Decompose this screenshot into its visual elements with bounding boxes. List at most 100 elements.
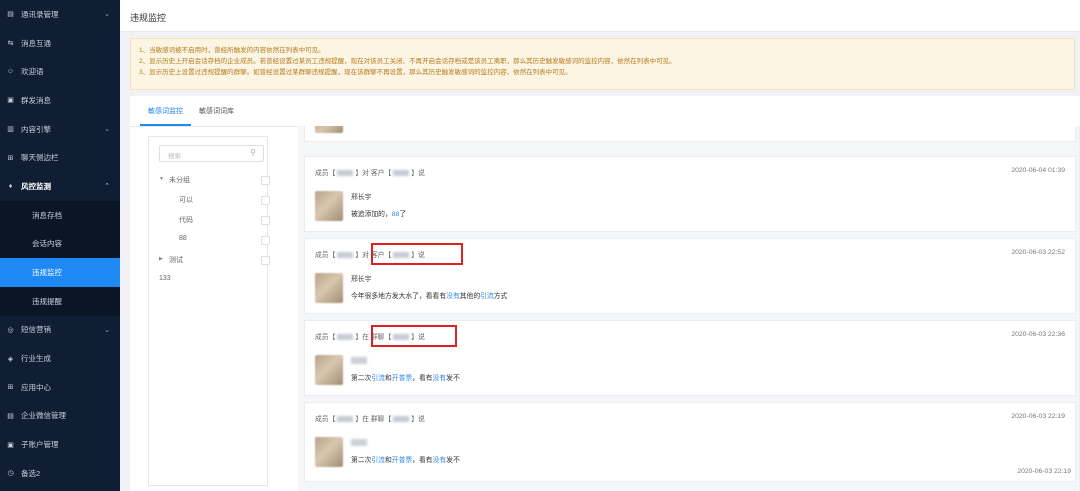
message-fragment: 被追添加的， xyxy=(351,211,392,218)
tree-node[interactable]: 133 xyxy=(149,271,267,289)
tree-node[interactable]: 代码 xyxy=(149,211,270,229)
header-text: 】在 群聊【 xyxy=(355,416,392,423)
message-card: 成员【 】对 客户【 】说 2020-06-04 01:39 邢长宇 被追添加的，88了 xyxy=(304,156,1076,232)
caret-right-icon[interactable]: ▶ xyxy=(159,256,163,262)
message-text: 今年很多地方发大水了，看看有没有其他的引流方式 xyxy=(351,290,507,300)
content-panel: 敏感词监控 敏感词词库 搜索 ⚲ ▼ 未分组 可以 代码 88 ▶ 测试 133 成员【 】对 … xyxy=(130,96,1080,491)
tree-node-checkbox[interactable] xyxy=(261,196,270,205)
tree-node-checkbox[interactable] xyxy=(261,236,270,245)
sidebar-item[interactable]: ◷ 备选2 xyxy=(0,459,120,488)
broadcast-icon: ▣ xyxy=(7,97,14,105)
sidebar-item-label: 子账户管理 xyxy=(21,440,59,450)
sidebar-item[interactable]: ⇆ 消息互通 xyxy=(0,29,120,58)
sidebar-item[interactable]: ♦ 风控监测 ⌃ xyxy=(0,172,120,201)
sidebar-subitem[interactable]: 会话内容 xyxy=(0,229,120,259)
industry-icon: ◈ xyxy=(7,355,14,363)
message-card-partial xyxy=(304,126,1076,142)
sidebar-item[interactable]: ◎ 短信营销 ⌄ xyxy=(0,316,120,345)
message-fragment: ，看有 xyxy=(412,375,433,382)
tree-node-checkbox[interactable] xyxy=(261,256,270,265)
redacted-name xyxy=(393,170,410,177)
search-placeholder: 搜索 xyxy=(168,153,181,160)
tree-node-checkbox[interactable] xyxy=(261,216,270,225)
sidebar: ▤ 通讯录管理 ⌄ ⇆ 消息互通 ☺ 欢迎语 ▣ 群发消息 ▥ 内容引擎 ⌄ ⊞ 聊天侧边栏 ♦ 风控监测 ⌃ 消… xyxy=(0,0,120,491)
message-card: 成员【 】对 客户【 】说 2020-06-03 22:52 邢长宇 今年很多地方发大水了… xyxy=(304,238,1076,314)
header-text: 成员【 xyxy=(315,334,336,341)
message-fragment: 方式 xyxy=(493,293,508,300)
message-time: 2020-06-03 22:36 xyxy=(1011,331,1065,338)
redacted-name xyxy=(337,170,354,177)
chevron-down-icon[interactable]: ⌄ xyxy=(104,125,110,133)
message-fragment: 第二次 xyxy=(351,375,372,382)
message-fragment: 和 xyxy=(384,375,392,382)
avatar xyxy=(315,437,343,467)
notice-line-2: 2、显示历史上开启会话存档的企业成员。若曾经设置过某员工违规提醒，现在对该员工关… xyxy=(139,58,676,65)
sidebar-item-label: 备选2 xyxy=(21,468,41,478)
page-header: 违规监控 xyxy=(120,0,1080,32)
sidebar-item[interactable]: ◈ 行业生成 xyxy=(0,344,120,373)
welcome-icon: ☺ xyxy=(6,68,15,76)
tree-node-label: 133 xyxy=(159,275,171,282)
tab-sensitive-monitor[interactable]: 敏感词监控 xyxy=(140,96,191,126)
redacted-sender xyxy=(351,439,367,446)
highlight-box xyxy=(371,325,457,347)
sender-name: 邢长宇 xyxy=(351,194,372,201)
sensitive-word: 没有 xyxy=(432,375,447,382)
tree-node-checkbox[interactable] xyxy=(261,176,270,185)
sidebar-subitem[interactable]: 违规提醒 xyxy=(0,286,120,316)
message-fragment: 发不 xyxy=(446,375,460,382)
message-fragment: 了 xyxy=(399,211,407,218)
search-icon[interactable]: ⚲ xyxy=(250,148,256,157)
contacts-icon: ▤ xyxy=(7,11,14,19)
sidebar-item-label: 通讯录管理 xyxy=(21,9,59,19)
group-tree: 搜索 ⚲ ▼ 未分组可以代码 88 ▶ 测试 133 xyxy=(148,136,270,486)
notice-line-1: 1、当敏感词被不启用时，曾经所触发的内容依然在列表中可见。 xyxy=(139,47,325,54)
avatar xyxy=(315,191,343,221)
sidebar-subitem[interactable]: 消息存档 xyxy=(0,200,120,230)
tab-sensitive-library[interactable]: 敏感词词库 xyxy=(191,96,242,126)
sidebar-item-label: 风控监测 xyxy=(21,181,51,191)
sidebar-item[interactable]: ▤ 通讯录管理 ⌄ xyxy=(0,0,120,29)
message-header: 成员【 】对 客户【 】说 xyxy=(315,167,425,177)
sidebar-item[interactable]: ☺ 欢迎语 xyxy=(0,57,120,86)
sidebar-item[interactable]: ▤ 企业微信管理 xyxy=(0,402,120,431)
sensitive-word: 开普票 xyxy=(391,375,413,382)
highlight-box xyxy=(371,243,463,265)
avatar xyxy=(315,126,343,133)
header-text: 成员【 xyxy=(315,170,336,177)
header-text: 】对 客户【 xyxy=(355,170,392,177)
tree-node[interactable]: 88 xyxy=(149,231,270,249)
sensitive-word: 引流 xyxy=(371,375,385,382)
tab-bar: 敏感词监控 敏感词词库 xyxy=(140,96,242,126)
redacted-sender xyxy=(351,357,367,364)
sidebar-subitem[interactable]: 违规监控 xyxy=(0,258,120,287)
sensitive-word: 没有 xyxy=(432,457,447,464)
message-text: 被追添加的，88了 xyxy=(351,208,406,218)
sidebar-item[interactable]: ▣ 群发消息 xyxy=(0,86,120,115)
message-fragment: 其他的 xyxy=(459,293,481,300)
tree-node[interactable]: ▶ 测试 xyxy=(149,251,270,269)
sidebar-item[interactable]: ⊞ 应用中心 xyxy=(0,373,120,402)
redacted-name xyxy=(337,334,354,341)
backup-icon: ◷ xyxy=(7,470,14,478)
tree-node[interactable]: ▼ 未分组 xyxy=(149,171,270,189)
sub-account-icon: ▣ xyxy=(7,441,14,449)
message-time: 2020-06-03 22:19 xyxy=(1011,413,1065,420)
message-header: 成员【 】在 群聊【 】说 xyxy=(315,413,425,423)
chevron-down-icon[interactable]: ⌄ xyxy=(104,326,110,334)
sidebar-item[interactable]: ▣ 子账户管理 xyxy=(0,430,120,459)
chevron-up-icon[interactable]: ⌃ xyxy=(104,182,110,190)
message-time: 2020-06-04 01:39 xyxy=(1011,167,1065,174)
search-input[interactable]: 搜索 ⚲ xyxy=(159,145,264,162)
caret-down-icon[interactable]: ▼ xyxy=(159,176,164,182)
tree-node[interactable]: 可以 xyxy=(149,191,270,209)
message-time: 2020-06-03 22:19 xyxy=(1017,468,1071,475)
message-fragment: 和 xyxy=(384,457,392,464)
sidebar-item[interactable]: ⊞ 聊天侧边栏 xyxy=(0,143,120,172)
message-fragment: 第二次 xyxy=(351,457,372,464)
tree-node-label: 88 xyxy=(179,235,187,242)
message-card: 成员【 】在 群聊【 】说 2020-06-03 22:19 第二次引流和开普票，看有没… xyxy=(304,402,1076,482)
chevron-down-icon[interactable]: ⌄ xyxy=(104,10,110,18)
app-center-icon: ⊞ xyxy=(7,384,14,392)
sidebar-item[interactable]: ▥ 内容引擎 ⌄ xyxy=(0,115,120,144)
